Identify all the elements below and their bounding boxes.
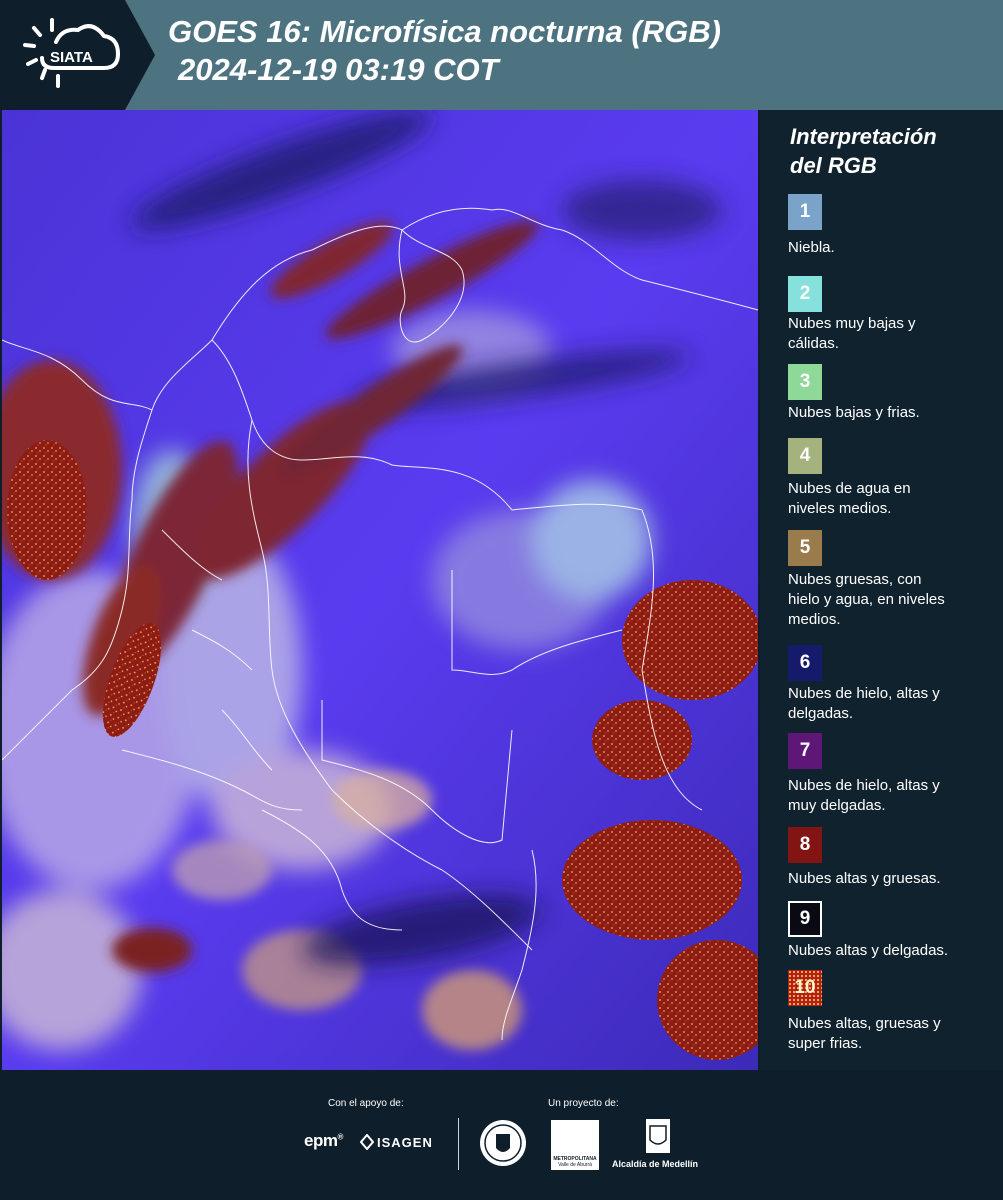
page-timestamp: 2024-12-19 03:19 COT	[178, 52, 499, 87]
legend-label-line: Nubes de agua en	[788, 480, 911, 497]
siata-logo: SIATA	[23, 18, 121, 88]
area-metropolitana-logo: METROPOLITANA Valle de Aburrá	[551, 1120, 599, 1170]
satellite-imagery	[2, 110, 758, 1070]
medellin-seal-icon	[480, 1120, 526, 1166]
legend-label-line: Nubes gruesas, con	[788, 571, 922, 588]
legend-swatch-number: 4	[799, 445, 811, 466]
legend-swatch-6: 6	[788, 645, 822, 681]
alcaldia-label: Alcaldía de Medellín	[612, 1159, 699, 1169]
alcaldia-shield-icon	[646, 1119, 670, 1153]
legend-label-line: medios.	[788, 611, 841, 628]
legend-swatch-1: 1	[788, 194, 822, 230]
legend-swatch-3: 3	[788, 364, 822, 400]
legend-title: Interpretación del RGB	[790, 122, 937, 180]
legend-swatch-number: 9	[799, 908, 811, 929]
legend-label-line: cálidas.	[788, 335, 839, 352]
legend-title-line2: del RGB	[790, 153, 877, 178]
epm-logo-text: epm	[304, 1131, 338, 1150]
legend-label-line: Nubes muy bajas y	[788, 315, 916, 332]
isagen-mark-icon	[360, 1134, 374, 1150]
legend-label-line: Nubes bajas y frias.	[788, 404, 920, 421]
legend-swatch-number: 1	[799, 201, 811, 222]
isagen-logo: ISAGEN	[360, 1134, 433, 1150]
legend-label-9: Nubes altas y delgadas.	[788, 941, 998, 961]
project-label: Un proyecto de:	[548, 1098, 619, 1109]
page-title: GOES 16: Microfísica nocturna (RGB)	[168, 14, 721, 49]
legend-swatch-9: 9	[788, 901, 822, 937]
satellite-map	[2, 110, 758, 1070]
legend-swatch-10: 10	[788, 970, 822, 1006]
legend-label-line: Nubes de hielo, altas y	[788, 685, 940, 702]
legend-swatch-number: 8	[799, 834, 811, 855]
legend-label-line: Niebla.	[788, 239, 835, 256]
legend-label-line: Nubes altas, gruesas y	[788, 1015, 941, 1032]
legend-label-line: Nubes altas y gruesas.	[788, 870, 941, 887]
legend-swatch-number: 6	[799, 652, 811, 673]
footer-divider	[458, 1118, 459, 1170]
legend-label-10: Nubes altas, gruesas y super frias.	[788, 1014, 998, 1054]
header-bar: SIATA GOES 16: Microfísica nocturna (RGB…	[0, 0, 1003, 110]
legend-label-line: delgadas.	[788, 705, 854, 722]
support-label: Con el apoyo de:	[328, 1098, 404, 1109]
legend-label-line: niveles medios.	[788, 500, 892, 517]
legend-label-line: hielo y agua, en niveles	[788, 591, 945, 608]
legend-swatch-number: 5	[799, 537, 811, 558]
legend-swatch-8: 8	[788, 827, 822, 863]
legend-swatch-4: 4	[788, 438, 822, 474]
legend-swatch-7: 7	[788, 733, 822, 769]
legend-label-line: super frias.	[788, 1035, 863, 1052]
legend-swatch-number: 7	[799, 740, 811, 761]
legend-label-7: Nubes de hielo, altas y muy delgadas.	[788, 776, 998, 816]
legend-swatch-number: 10	[794, 977, 816, 998]
legend-swatch-5: 5	[788, 530, 822, 566]
epm-logo: epm®	[304, 1131, 343, 1150]
legend-label-line: muy delgadas.	[788, 797, 886, 814]
legend-label-1: Niebla.	[788, 238, 998, 258]
legend-label-line: Nubes de hielo, altas y	[788, 777, 940, 794]
legend-label-3: Nubes bajas y frias.	[788, 403, 998, 423]
isagen-logo-text: ISAGEN	[377, 1134, 433, 1150]
legend-label-4: Nubes de agua en niveles medios.	[788, 479, 998, 519]
legend-swatch-number: 2	[799, 283, 811, 304]
legend-swatch-number: 3	[799, 371, 811, 392]
legend-label-line: Nubes altas y delgadas.	[788, 942, 949, 959]
legend-panel: Interpretación del RGB 1 Niebla. 2 Nubes mu…	[760, 110, 1003, 1070]
legend-label-2: Nubes muy bajas y cálidas.	[788, 314, 998, 354]
siata-brand-text: SIATA	[50, 49, 93, 66]
legend-label-5: Nubes gruesas, con hielo y agua, en nivel…	[788, 570, 998, 630]
legend-title-line1: Interpretación	[790, 124, 937, 149]
legend-label-8: Nubes altas y gruesas.	[788, 869, 998, 889]
legend-swatch-2: 2	[788, 276, 822, 312]
legend-label-6: Nubes de hielo, altas y delgadas.	[788, 684, 998, 724]
area-logo-sub2: Valle de Aburrá	[558, 1162, 592, 1168]
